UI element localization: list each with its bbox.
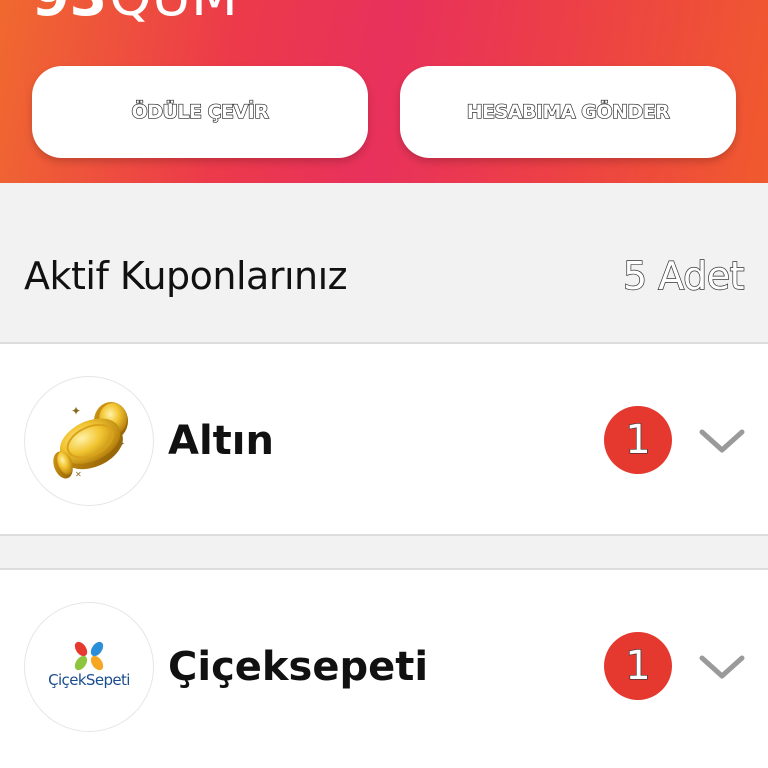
convert-to-reward-label: ÖDÜLE ÇEVİR <box>131 100 270 123</box>
coupon-name: Çiçeksepeti <box>168 644 429 690</box>
ciceksepeti-logo-text: ÇiçekSepeti <box>48 671 130 689</box>
app-screen: 93QUM ÖDÜLE ÇEVİR HESABIMA GÖNDER Aktif … <box>0 0 768 768</box>
coupon-card-altin[interactable]: ✦ ✦ ✕ Altın 1 <box>0 342 768 536</box>
gold-coins-icon: ✦ ✦ ✕ <box>24 376 154 506</box>
ciceksepeti-logo: ÇiçekSepeti <box>24 602 154 732</box>
send-to-account-label: HESABIMA GÖNDER <box>466 100 670 123</box>
balance-unit: QUM <box>109 0 238 28</box>
balance-value: 93 <box>32 0 107 28</box>
svg-text:✦: ✦ <box>117 439 125 450</box>
svg-text:✦: ✦ <box>71 404 81 418</box>
coupon-count-value: 1 <box>625 417 652 463</box>
coupon-name: Altın <box>168 418 274 464</box>
chevron-down-icon[interactable] <box>698 652 746 682</box>
chevron-down-icon[interactable] <box>698 426 746 456</box>
svg-text:✕: ✕ <box>75 470 82 479</box>
active-coupons-count: 5 Adet <box>622 253 745 298</box>
balance-display: 93QUM <box>32 0 238 24</box>
active-coupons-title: Aktif Kuponlarınız <box>24 254 348 298</box>
header-banner: 93QUM ÖDÜLE ÇEVİR HESABIMA GÖNDER <box>0 0 768 183</box>
coupon-card-ciceksepeti[interactable]: ÇiçekSepeti Çiçeksepeti 1 <box>0 568 768 768</box>
coupon-count-value: 1 <box>625 643 652 689</box>
coupon-count-badge: 1 <box>604 406 672 474</box>
send-to-account-button[interactable]: HESABIMA GÖNDER <box>400 66 736 158</box>
convert-to-reward-button[interactable]: ÖDÜLE ÇEVİR <box>32 66 368 158</box>
coupon-count-badge: 1 <box>604 632 672 700</box>
